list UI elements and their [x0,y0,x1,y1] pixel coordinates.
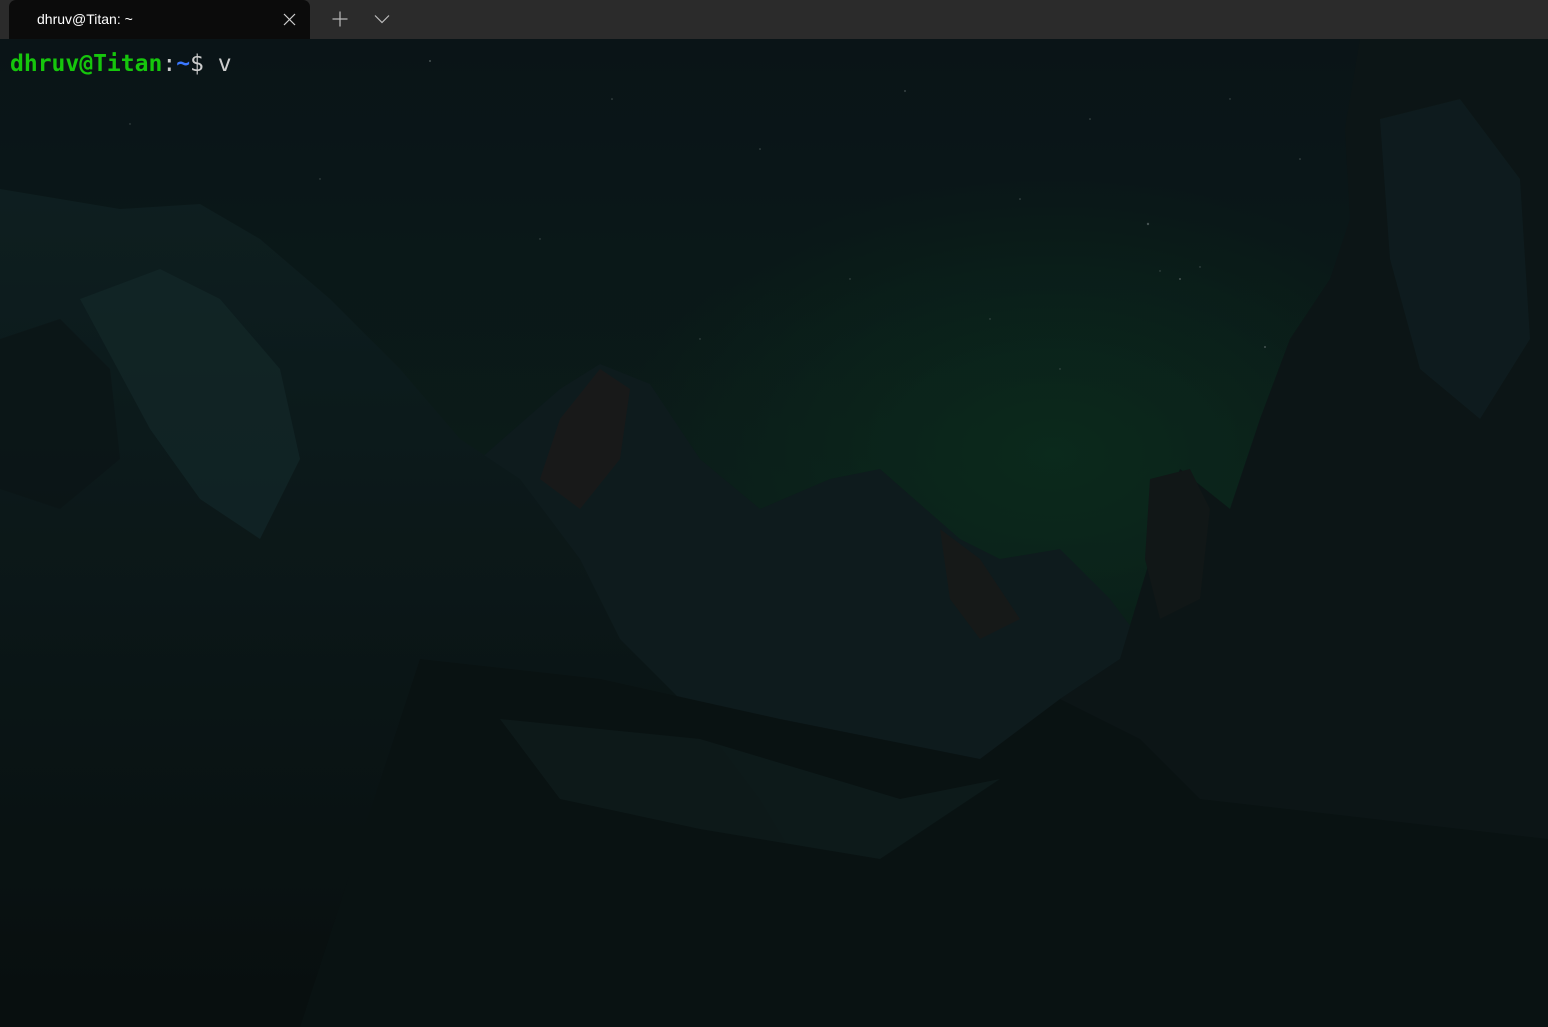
title-bar: dhruv@Titan: ~ [0,0,1548,39]
close-icon[interactable] [281,11,298,28]
prompt-path: ~ [176,51,191,77]
terminal-pane[interactable]: dhruv@Titan:~$ v [0,39,1548,1027]
prompt-line[interactable]: dhruv@Titan:~$ v [10,51,232,78]
plus-icon[interactable] [326,5,354,33]
prompt-symbol: $ [190,51,204,77]
prompt-separator: : [162,51,177,77]
prompt-user-host: dhruv@Titan [10,51,163,77]
command-input[interactable]: v [204,51,232,77]
wallpaper-image [0,39,1548,1027]
tab-terminal[interactable]: dhruv@Titan: ~ [9,0,310,39]
chevron-down-icon[interactable] [368,5,396,33]
tab-title: dhruv@Titan: ~ [37,11,133,27]
